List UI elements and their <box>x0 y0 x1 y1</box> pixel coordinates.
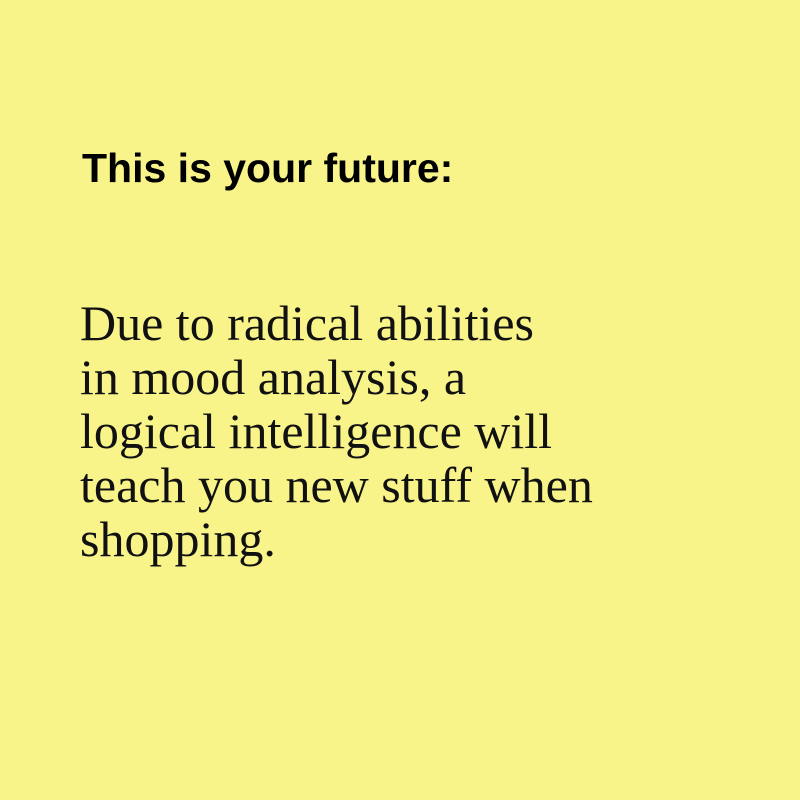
quote-card: This is your future: Due to radical abil… <box>0 0 800 800</box>
body-line: logical intelligence will <box>80 403 553 459</box>
body-line: Due to radical abilities <box>80 295 535 351</box>
card-body-text: Due to radical abilities in mood analysi… <box>80 296 593 566</box>
body-line: in mood analysis, a <box>80 349 467 405</box>
card-heading: This is your future: <box>82 145 454 191</box>
body-line: shopping. <box>80 511 276 567</box>
body-line: teach you new stuff when <box>80 457 593 513</box>
